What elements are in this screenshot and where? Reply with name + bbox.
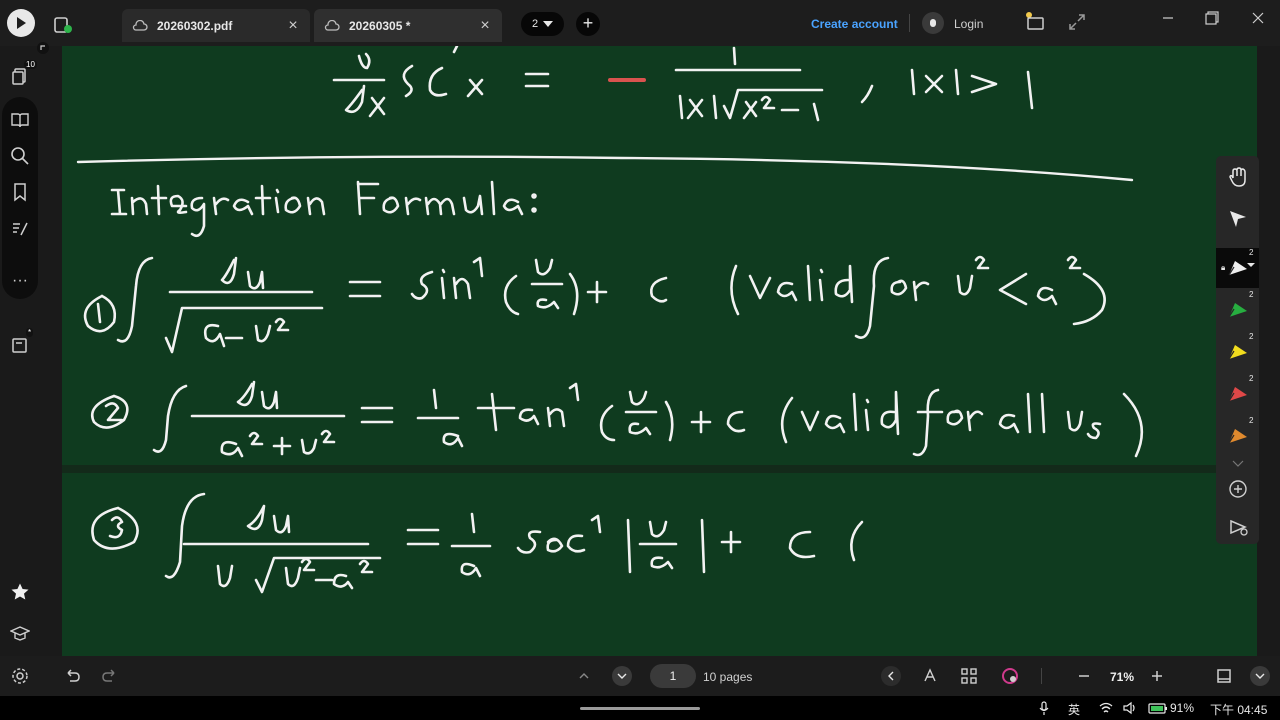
hand-tool-icon[interactable] [1225, 164, 1251, 190]
bookmark-icon[interactable] [10, 182, 30, 202]
left-sidebar: 10 ··· * [0, 42, 49, 656]
star-icon[interactable] [10, 582, 30, 602]
pen-yellow-icon[interactable] [1225, 339, 1251, 365]
templates-icon[interactable] [10, 334, 30, 354]
cloud-sync-icon[interactable] [52, 13, 74, 35]
login-link[interactable]: Login [954, 17, 983, 31]
divider [909, 14, 910, 32]
home-indicator[interactable] [580, 707, 700, 710]
total-pages-label: 10 pages [703, 670, 753, 684]
close-icon[interactable]: × [478, 17, 492, 33]
chevron-down-icon[interactable] [1246, 260, 1256, 270]
chevron-down-icon[interactable] [1250, 666, 1270, 686]
restore-icon[interactable] [1202, 8, 1222, 28]
lock-icon: 🔒︎ [1221, 263, 1226, 272]
tab-count-dropdown[interactable]: 2 [521, 12, 564, 36]
close-icon[interactable]: × [286, 17, 300, 33]
derivative-line: d/dx csc⁻¹ x = − 1/(|x|√(x²−1)) , |x| > … [332, 46, 1034, 122]
input-method[interactable]: 英 [1068, 701, 1080, 718]
pen-badge: 2 [1249, 416, 1254, 425]
ai-assistant-icon[interactable] [1000, 666, 1020, 686]
expand-icon[interactable] [1066, 11, 1088, 33]
volume-icon[interactable] [1122, 700, 1138, 716]
user-icon[interactable] [922, 12, 944, 34]
app-logo-icon[interactable] [7, 9, 35, 37]
zoom-in-icon[interactable] [1147, 666, 1167, 686]
add-tool-icon[interactable] [1225, 476, 1251, 502]
zoom-out-icon[interactable] [1074, 666, 1094, 686]
title-bar: 20260302.pdf × 20260305 * × 2 + Create a… [0, 0, 1280, 46]
system-taskbar: 英 91% 下午 04:45 [0, 696, 1280, 720]
learn-icon[interactable] [10, 624, 30, 644]
formula-2: ② ∫ du/(a²+u²) = 1/a tan⁻¹(u/a) + C (val… [90, 380, 1144, 458]
tool-palette: 2 🔒︎ 2 2 2 2 [1216, 156, 1259, 544]
book-icon[interactable] [10, 110, 30, 130]
cloud-icon [132, 19, 148, 31]
undo-icon[interactable] [62, 666, 82, 686]
new-tab-button[interactable]: + [576, 12, 600, 36]
minimize-icon[interactable] [1158, 8, 1178, 28]
page-flip-icon[interactable] [920, 666, 940, 686]
pen-green-icon[interactable] [1225, 297, 1251, 323]
pen-badge: 2 [1249, 290, 1254, 299]
tab-20260305[interactable]: 20260305 * × [314, 9, 502, 42]
presenter-icon[interactable] [1225, 514, 1251, 540]
formula-1: ① ∫ du/√(a²−u²) = sin⁻¹(u/a) + C (valid … [83, 255, 1106, 354]
chevron-down-icon[interactable] [1225, 456, 1251, 472]
grid-view-icon[interactable] [959, 666, 979, 686]
pen-badge: 2 [1249, 248, 1254, 257]
pages-count-badge: 10 [24, 60, 37, 69]
tab-count-value: 2 [531, 18, 539, 30]
chevron-down-icon [543, 21, 554, 27]
settings-gear-icon[interactable] [10, 666, 30, 686]
more-icon[interactable]: ··· [10, 272, 30, 292]
chevron-up-icon[interactable] [574, 666, 594, 686]
divider-stroke [76, 155, 1134, 182]
page-number-input[interactable]: 1 [650, 664, 696, 688]
pages-icon[interactable] [10, 66, 30, 86]
chevron-left-icon[interactable] [881, 666, 901, 686]
zoom-level[interactable]: 71% [1110, 670, 1134, 684]
bottom-toolbar: 1 10 pages 71% [0, 656, 1280, 696]
annotation-list-icon[interactable] [10, 219, 30, 239]
fit-page-icon[interactable] [1214, 666, 1234, 686]
close-window-icon[interactable] [1248, 8, 1268, 28]
pen-badge: 2 [1249, 332, 1254, 341]
wifi-icon[interactable] [1098, 700, 1114, 716]
divider [1041, 668, 1042, 684]
chevron-down-icon[interactable] [612, 666, 632, 686]
cloud-icon [324, 19, 340, 31]
whiteboard-icon[interactable] [1024, 11, 1046, 33]
tab-label: 20260305 * [349, 18, 411, 33]
battery-percent: 91% [1170, 701, 1195, 715]
pen-red-icon[interactable] [1225, 381, 1251, 407]
create-account-link[interactable]: Create account [811, 17, 898, 31]
heading-integration-formula: Integration Formula: [110, 180, 537, 238]
microphone-icon[interactable] [1036, 700, 1052, 716]
collapse-corner-icon[interactable] [36, 41, 50, 55]
note-canvas[interactable]: d/dx csc⁻¹ x = − 1/(|x|√(x²−1)) , |x| > … [62, 46, 1257, 656]
redo-icon[interactable] [100, 666, 120, 686]
pen-orange-icon[interactable] [1225, 423, 1251, 449]
new-badge: * [26, 328, 34, 337]
clock[interactable]: 下午 04:45 [1210, 701, 1267, 718]
search-icon[interactable] [10, 146, 30, 166]
battery-icon[interactable] [1148, 700, 1168, 716]
tab-label: 20260302.pdf [157, 18, 233, 33]
tab-20260302[interactable]: 20260302.pdf × [122, 9, 310, 42]
lasso-select-icon[interactable] [1225, 206, 1251, 232]
pen-badge: 2 [1249, 374, 1254, 383]
formula-3: ③ ∫ du/(u√(u²−a²)) = 1/a sec⁻¹|u/a| + C … [91, 492, 864, 594]
handwriting-layer: d/dx csc⁻¹ x = − 1/(|x|√(x²−1)) , |x| > … [76, 46, 1144, 594]
